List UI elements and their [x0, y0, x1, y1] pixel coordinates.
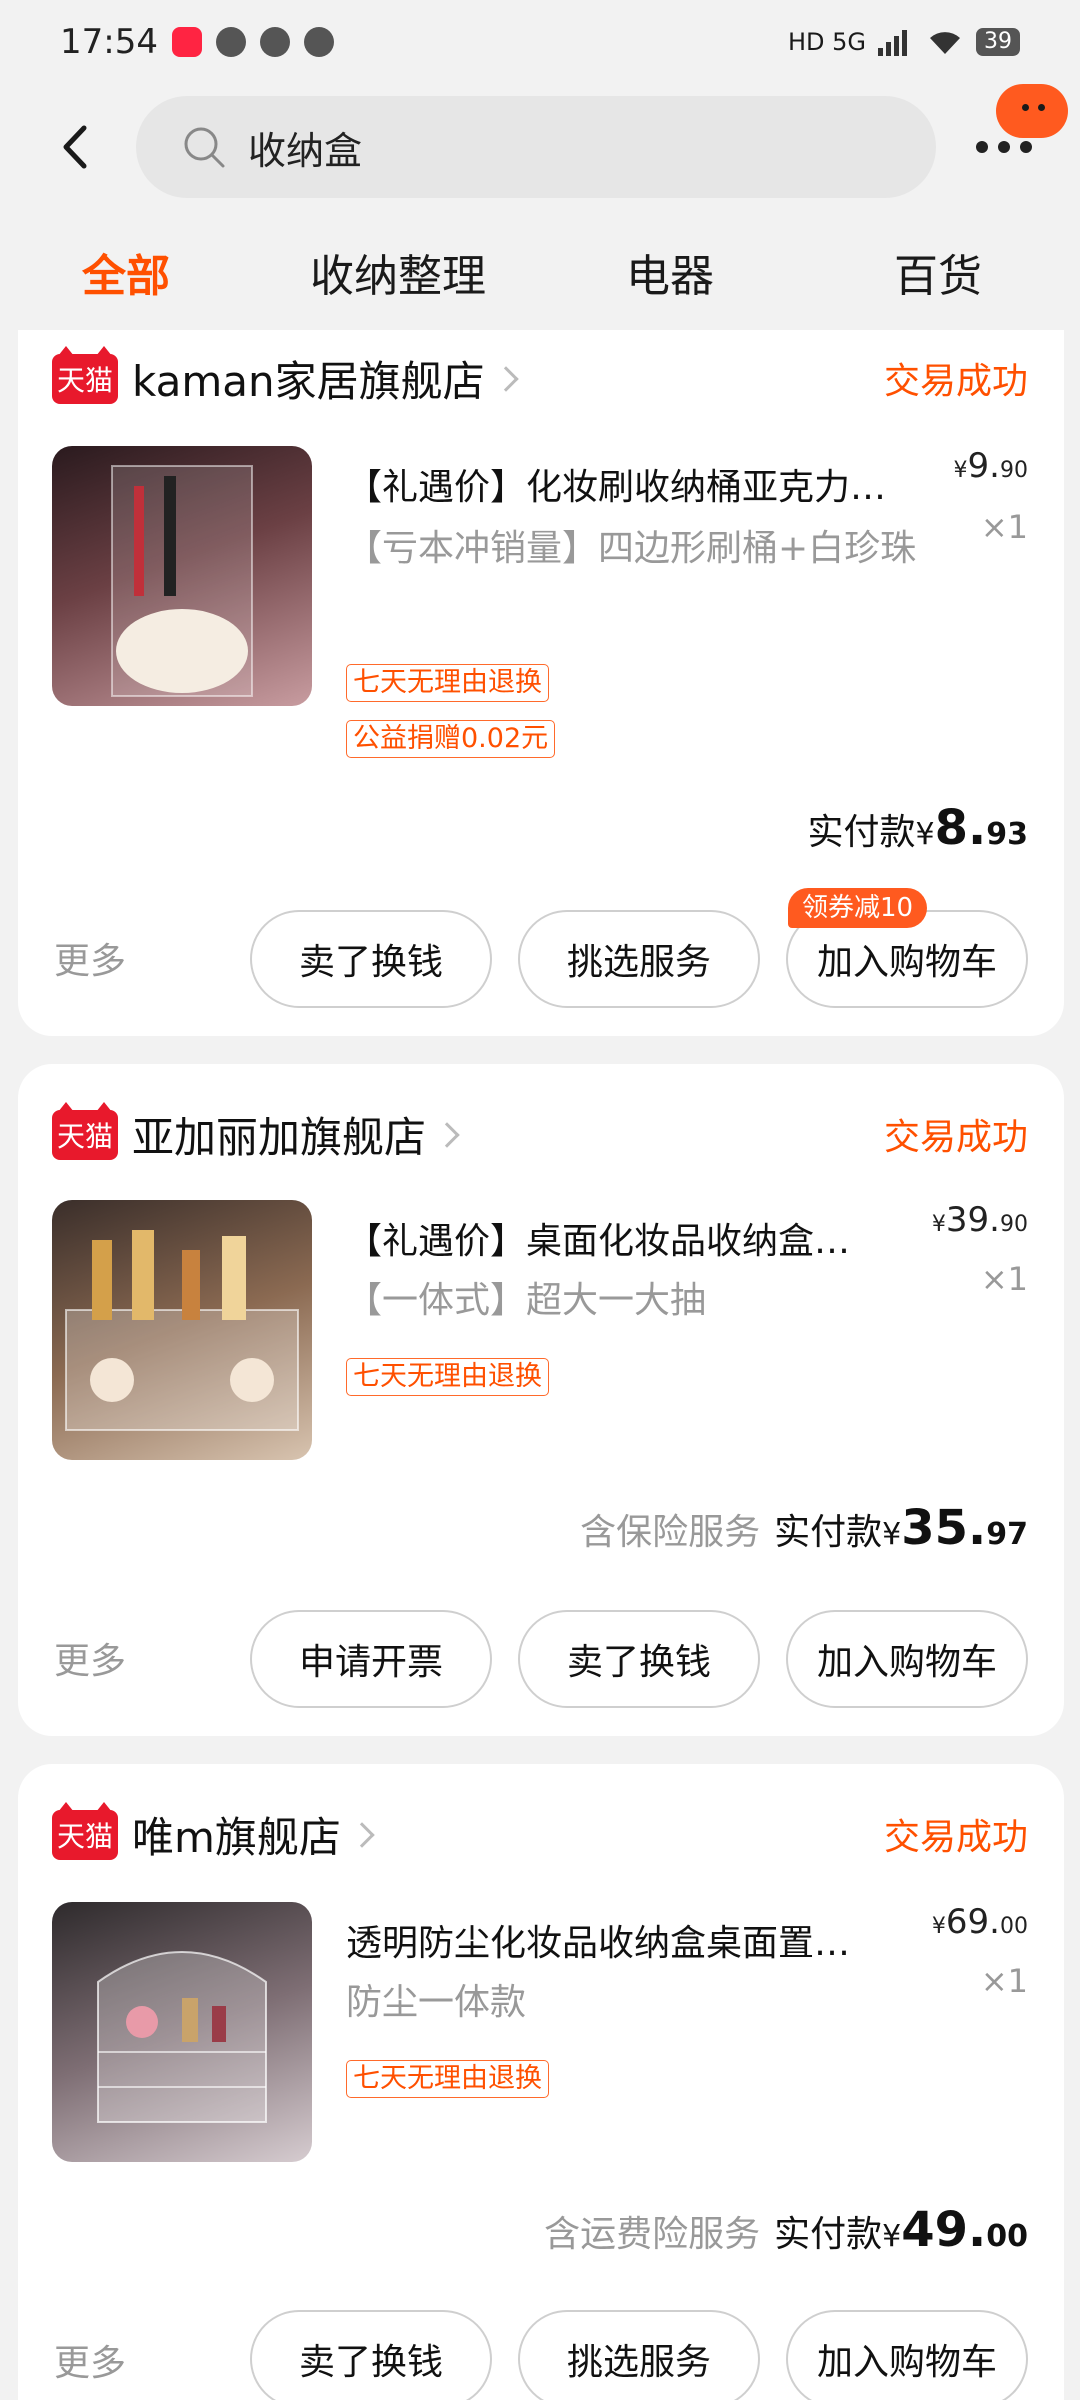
- resell-button[interactable]: 卖了换钱: [250, 2310, 492, 2400]
- chevron-right-icon: [492, 365, 519, 392]
- xiaohongshu-icon: [171, 27, 202, 57]
- return-policy-tag: 七天无理由退换: [346, 664, 549, 702]
- order-card: 天猫 kaman家居旗舰店 交易成功 【礼遇价】化妆刷收纳桶亚克力… ¥9.90…: [18, 330, 1064, 1036]
- return-policy-tag: 七天无理由退换: [346, 1358, 549, 1396]
- product-quantity: ×1: [980, 1260, 1028, 1298]
- product-title[interactable]: 透明防尘化妆品收纳盒桌面置…: [346, 1914, 916, 1966]
- tab-appliances[interactable]: 电器: [626, 240, 714, 304]
- product-sku: 防尘一体款: [346, 1982, 527, 2023]
- network-indicator: HD 5G: [787, 28, 866, 56]
- speedometer-icon: [215, 27, 246, 57]
- product-price: ¥39.90: [931, 1200, 1028, 1240]
- more-actions-link[interactable]: 更多: [54, 2334, 126, 2386]
- product-title[interactable]: 【礼遇价】化妆刷收纳桶亚克力…: [346, 458, 916, 510]
- signal-icon: [878, 30, 907, 56]
- shop-name: 亚加丽加旗舰店: [132, 1113, 427, 1162]
- back-arrow-icon[interactable]: [52, 122, 102, 172]
- tab-all[interactable]: 全部: [82, 240, 170, 304]
- more-actions-link[interactable]: 更多: [54, 1632, 126, 1684]
- tmall-badge: 天猫: [52, 345, 118, 404]
- product-image[interactable]: [52, 1902, 312, 2162]
- choose-service-button[interactable]: 挑选服务: [518, 910, 760, 1008]
- order-card: 天猫 唯m旗舰店 交易成功 透明防尘化妆品收纳盒桌面置… ¥69.00 防尘一体…: [18, 1764, 1064, 2400]
- status-bar: 17:54 HD 5G 39: [0, 0, 1080, 84]
- product-price: ¥69.00: [931, 1902, 1028, 1942]
- product-image[interactable]: [52, 446, 312, 706]
- product-image[interactable]: [52, 1200, 312, 1460]
- request-invoice-button[interactable]: 申请开票: [250, 1610, 492, 1708]
- resell-button[interactable]: 卖了换钱: [250, 910, 492, 1008]
- tmall-badge: 天猫: [52, 1801, 118, 1860]
- coupon-badge: 领券减10: [788, 888, 928, 928]
- search-icon: [184, 127, 225, 168]
- paid-amount: 含保险服务 实付款 ¥35. 97: [580, 1500, 1028, 1556]
- more-actions-link[interactable]: 更多: [54, 932, 126, 984]
- product-title[interactable]: 【礼遇价】桌面化妆品收纳盒…: [346, 1212, 916, 1264]
- product-quantity: ×1: [980, 1962, 1028, 2000]
- shop-header[interactable]: 天猫 亚加丽加旗舰店: [52, 1101, 460, 1165]
- paid-amount: 含运费险服务 实付款 ¥49. 00: [544, 2202, 1028, 2258]
- order-status: 交易成功: [883, 1817, 1028, 1858]
- tab-storage[interactable]: 收纳整理: [310, 240, 486, 304]
- add-to-cart-button[interactable]: 加入购物车: [786, 1610, 1028, 1708]
- search-query: 收纳盒: [248, 128, 363, 173]
- product-sku: 【一体式】超大一大抽: [346, 1280, 707, 1321]
- product-sku: 【亏本冲销量】四边形刷桶+白珍珠: [346, 528, 917, 569]
- charity-tag: 公益捐赠0.02元: [346, 720, 556, 758]
- shop-header[interactable]: 天猫 唯m旗舰店: [52, 1801, 375, 1865]
- product-quantity: ×1: [980, 508, 1028, 546]
- order-status: 交易成功: [883, 361, 1028, 402]
- status-time: 17:54: [60, 22, 158, 62]
- chevron-right-icon: [349, 1821, 375, 1848]
- service-note: 含运费险服务: [544, 2214, 761, 2255]
- wechat-icon: [259, 27, 290, 57]
- service-note: 含保险服务: [580, 1512, 761, 1553]
- shop-name: 唯m旗舰店: [132, 1813, 341, 1862]
- tab-general-goods[interactable]: 百货: [894, 240, 982, 304]
- resell-button[interactable]: 卖了换钱: [518, 1610, 760, 1708]
- add-to-cart-button[interactable]: 加入购物车: [786, 2310, 1028, 2400]
- category-tabs: 全部 收纳整理 电器 百货: [0, 240, 1080, 320]
- order-status: 交易成功: [883, 1117, 1028, 1158]
- tmall-badge: 天猫: [52, 1101, 118, 1160]
- wifi-icon: [930, 32, 960, 54]
- paid-amount: 实付款 ¥8. 93: [807, 800, 1029, 856]
- choose-service-button[interactable]: 挑选服务: [518, 2310, 760, 2400]
- battery-indicator: 39: [976, 28, 1020, 56]
- shop-header[interactable]: 天猫 kaman家居旗舰店: [52, 345, 519, 409]
- order-card: 天猫 亚加丽加旗舰店 交易成功 【礼遇价】桌面化妆品收纳盒… ¥39.90 【一…: [18, 1064, 1064, 1736]
- assistant-bubble-icon[interactable]: [996, 84, 1068, 138]
- search-input[interactable]: 收纳盒: [136, 96, 936, 198]
- search-header: 收纳盒: [0, 84, 1080, 202]
- return-policy-tag: 七天无理由退换: [346, 2060, 549, 2098]
- compass-icon: [303, 27, 334, 57]
- chevron-right-icon: [434, 1121, 460, 1148]
- product-price: ¥9.90: [953, 446, 1028, 486]
- shop-name: kaman家居旗舰店: [132, 357, 485, 406]
